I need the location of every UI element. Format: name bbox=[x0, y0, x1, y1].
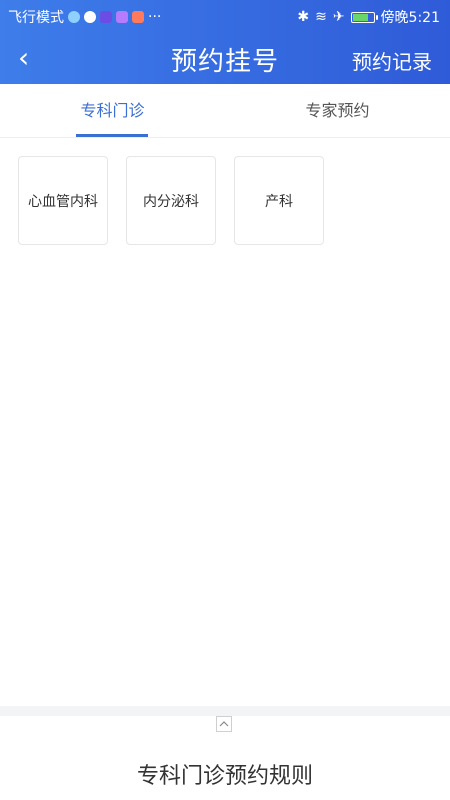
tab-label: 专家预约 bbox=[305, 101, 370, 120]
weather-icon bbox=[68, 11, 80, 23]
appointment-records-button[interactable]: 预约记录 bbox=[352, 46, 432, 75]
department-card-endocrinology[interactable]: 内分泌科 bbox=[126, 156, 216, 245]
bluetooth-icon: ✱ bbox=[297, 9, 310, 25]
rules-title: 专科门诊预约规则 bbox=[136, 764, 313, 789]
tab-label: 专科门诊 bbox=[80, 101, 145, 120]
airplane-mode-text: 飞行模式 bbox=[8, 10, 64, 26]
battery-icon bbox=[350, 11, 378, 23]
more-notifications: ··· bbox=[148, 9, 162, 25]
status-right: ✱ ≋ ✈ 傍晚5:21 bbox=[297, 7, 440, 27]
department-label: 内分泌科 bbox=[143, 193, 199, 210]
title-bar: ‹ 预约挂号 预约记录 bbox=[0, 32, 450, 84]
clock: 傍晚5:21 bbox=[380, 10, 440, 26]
status-left: 飞行模式 ··· bbox=[8, 7, 161, 27]
expand-rules-button[interactable] bbox=[216, 716, 232, 732]
header: 飞行模式 ··· ✱ ≋ ✈ 傍晚5:21 ‹ 预约挂号 预约记录 bbox=[0, 0, 450, 84]
tabs: 专科门诊 专家预约 bbox=[0, 84, 450, 138]
weibo-icon bbox=[132, 11, 144, 23]
wifi-icon: ≋ bbox=[315, 9, 327, 25]
department-grid: 心血管内科 内分泌科 产科 bbox=[18, 156, 324, 245]
q-app-icon bbox=[84, 11, 96, 23]
department-label: 产科 bbox=[265, 193, 293, 210]
battery-fill bbox=[352, 13, 368, 21]
chevron-up-icon bbox=[219, 721, 229, 727]
tab-specialty-clinic[interactable]: 专科门诊 bbox=[0, 84, 225, 137]
department-card-obstetrics[interactable]: 产科 bbox=[234, 156, 324, 245]
tab-expert-appointment[interactable]: 专家预约 bbox=[225, 84, 450, 137]
app-icon bbox=[116, 11, 128, 23]
video-app-icon bbox=[100, 11, 112, 23]
department-label: 心血管内科 bbox=[28, 193, 98, 210]
status-bar: 飞行模式 ··· ✱ ≋ ✈ 傍晚5:21 bbox=[0, 0, 450, 32]
airplane-icon: ✈ bbox=[332, 9, 345, 25]
section-divider bbox=[0, 706, 450, 716]
active-tab-indicator bbox=[76, 134, 148, 137]
department-card-cardiology[interactable]: 心血管内科 bbox=[18, 156, 108, 245]
